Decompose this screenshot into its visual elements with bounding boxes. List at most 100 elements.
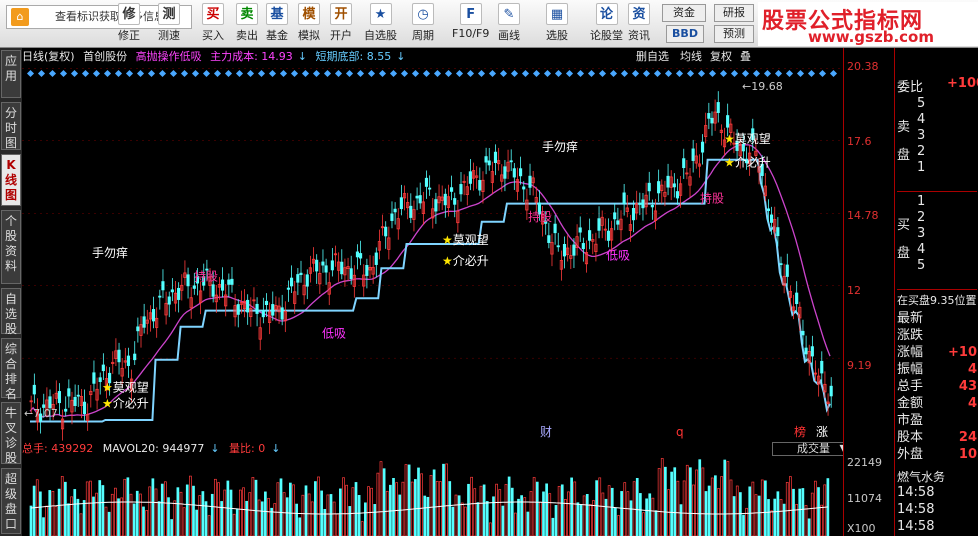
period-button[interactable]: ◷ 周期 <box>412 3 434 45</box>
volume-bar <box>776 491 780 536</box>
adjust-link[interactable]: 复权 <box>710 48 732 66</box>
remove-favorite-link[interactable]: 删自选 <box>636 48 669 66</box>
tab-diagnosis[interactable]: 牛叉诊股 <box>1 402 21 465</box>
toolbar-button-label: 周期 <box>412 29 434 42</box>
volume-bar <box>535 481 539 536</box>
volume-bar <box>104 506 108 536</box>
fund-button[interactable]: 基基金 <box>266 3 288 45</box>
candle-body <box>766 208 770 211</box>
volume-bar <box>423 495 427 536</box>
candle-body <box>804 347 808 355</box>
diamond-marker <box>829 69 838 78</box>
tab-apps[interactable]: 应用 <box>1 50 21 98</box>
candle-body <box>428 187 432 190</box>
volume-bar <box>773 498 777 536</box>
volume-bar <box>460 502 464 536</box>
toolbar-button-label: 买入 <box>202 29 224 42</box>
volume-bar <box>782 503 786 536</box>
forecast-button[interactable]: 预测 <box>714 25 754 43</box>
tab-intraday[interactable]: 分时图 <box>1 102 21 150</box>
diamond-marker <box>752 69 761 78</box>
ma-link[interactable]: 均线 <box>680 48 702 66</box>
volume-bar <box>739 492 742 536</box>
volume-bar <box>76 498 80 536</box>
sell-levels: 54321 <box>917 96 925 176</box>
stock-screen-button[interactable]: ▦ 选股 <box>546 3 568 45</box>
weibi-value: +100 <box>947 76 978 91</box>
axis-tick: 12 <box>847 284 861 297</box>
home-icon[interactable]: ⌂ <box>11 8 29 26</box>
diamond-marker <box>301 69 310 78</box>
diamond-marker <box>543 69 552 78</box>
diamond-marker <box>224 69 233 78</box>
tab-super-book[interactable]: 超级盘口 <box>1 468 21 534</box>
diamond-marker <box>103 69 112 78</box>
tick-time: 14:58 <box>897 485 935 500</box>
forum-button[interactable]: 论论股堂 <box>590 3 623 45</box>
news-button[interactable]: 资资讯 <box>628 3 650 45</box>
period-label[interactable]: 日线(复权) <box>22 50 75 63</box>
volume-bar <box>367 486 370 536</box>
correct-button[interactable]: 修修正 <box>118 3 140 45</box>
tab-ranking[interactable]: 综合排名 <box>1 338 21 401</box>
candle-body <box>581 243 585 250</box>
mavol: MAVOL20: 944977 <box>102 442 205 455</box>
fund-flow-button[interactable]: 资金 <box>662 4 706 22</box>
tab-profile[interactable]: 个股资料 <box>1 210 21 284</box>
volume-bar <box>307 493 311 536</box>
volume-bar <box>464 506 467 536</box>
indicator-name[interactable]: 高抛操作低吸 <box>136 50 202 63</box>
research-button[interactable]: 研报 <box>714 4 754 22</box>
stat-row: 振幅 4 <box>897 361 977 378</box>
volume-bar <box>498 489 502 536</box>
diamond-marker <box>290 69 299 78</box>
candle-body <box>57 391 61 404</box>
overlay-link[interactable]: 叠 <box>740 48 751 66</box>
sector-label[interactable]: 燃气水务 <box>897 468 945 485</box>
watchlist-button[interactable]: ★ 自选股 <box>364 3 397 45</box>
candle-body <box>280 307 284 320</box>
volume-bar <box>442 463 445 536</box>
volume-bar <box>664 466 667 536</box>
signal-label: 持股 <box>528 209 552 224</box>
period-icon: ◷ <box>412 3 434 25</box>
toolbar-button-label: 画线 <box>498 29 520 42</box>
candle-body <box>151 309 156 322</box>
bbd-button[interactable]: BBD <box>666 25 704 43</box>
sell-label: 卖盘 <box>897 120 911 163</box>
volume-bar <box>176 487 180 536</box>
tab-watchlist[interactable]: 自选股 <box>1 288 21 336</box>
simulate-button[interactable]: 模模拟 <box>298 3 320 45</box>
candle-body <box>424 177 429 187</box>
buy-button[interactable]: 买买入 <box>202 3 224 45</box>
signal-label: q <box>676 425 684 439</box>
stat-row: 最新 <box>897 310 977 327</box>
search-input[interactable]: 查看标识获取更多信息 <box>55 10 165 23</box>
kline-chart[interactable]: ←19.68←7.07手勿痒手勿痒持股持股持股低吸低吸★莫观望★介必升★莫观望★… <box>22 66 844 441</box>
volume-chart[interactable] <box>22 456 844 536</box>
volume-bar <box>314 481 317 536</box>
speedtest-button[interactable]: 测测速 <box>158 3 180 45</box>
volume-bar <box>823 484 827 536</box>
f10-button[interactable]: F F10/F9 <box>452 3 489 45</box>
volume-bar <box>70 496 73 536</box>
volume-bar <box>123 478 127 536</box>
stats-list: 最新 涨跌 涨幅 +10 振幅 4 总手 43 金额 4 市盈 股本 24 外盘 10 <box>897 310 977 463</box>
diamond-marker <box>719 69 728 78</box>
candle-body <box>126 355 130 366</box>
indicator-info-bar: 日线(复权) 首创股份 高抛操作低吸 主力成本: 14.93 ↓ 短期底部: 8.… <box>22 48 844 66</box>
diamond-marker <box>356 69 365 78</box>
sell-button[interactable]: 卖卖出 <box>236 3 258 45</box>
draw-line-button[interactable]: ✎ 画线 <box>498 3 520 45</box>
volume-bar <box>673 467 677 536</box>
signal-label: ★莫观望 <box>724 132 771 146</box>
candle-body <box>434 199 438 212</box>
candle-body <box>616 220 620 225</box>
volume-bar <box>260 501 264 536</box>
candle-body <box>315 259 319 272</box>
open-account-button[interactable]: 开开户 <box>330 3 352 45</box>
candle-body <box>487 160 491 166</box>
tab-kline[interactable]: K线图 <box>1 154 21 206</box>
volume-bar <box>392 477 395 536</box>
diamond-marker <box>125 69 134 78</box>
